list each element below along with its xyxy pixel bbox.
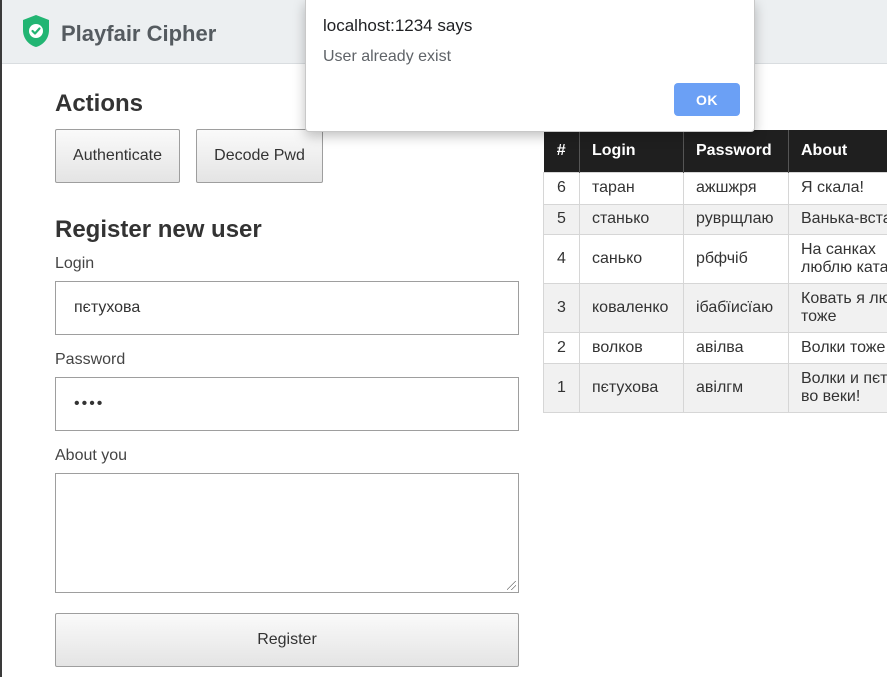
alert-title: localhost:1234 says xyxy=(323,16,473,35)
login-input[interactable]: пєтухова xyxy=(55,281,519,335)
password-input[interactable]: •••• xyxy=(55,377,519,431)
window-edge xyxy=(0,0,2,677)
cell-login: коваленко xyxy=(579,282,684,333)
cell-about: Волки и пєтухи во веки! xyxy=(788,362,887,413)
cell-password: рбфчіб xyxy=(683,233,789,284)
cell-about: На санках люблю кататься xyxy=(788,233,887,284)
password-input-value: •••• xyxy=(74,395,105,412)
cell-login: санько xyxy=(579,233,684,284)
table-row: 5 станько руврщлаю Ванька-встанька xyxy=(543,203,887,235)
cell-id: 5 xyxy=(543,203,580,235)
cell-password: авілва xyxy=(683,331,789,364)
password-label: Password xyxy=(55,351,126,368)
cell-login: волков xyxy=(579,331,684,364)
login-input-value: пєтухова xyxy=(74,299,141,316)
alert-message: User already exist xyxy=(323,48,452,65)
table-row: 2 волков авілва Волки тоже xyxy=(543,331,887,364)
cell-about: Я скала! xyxy=(788,171,887,205)
cell-id: 2 xyxy=(543,331,580,364)
app-title: Playfair Cipher xyxy=(61,20,217,46)
table-header-row: # Login Password About xyxy=(543,130,887,172)
table-row: 6 таран ажшжря Я скала! xyxy=(543,171,887,205)
cell-about: Волки тоже xyxy=(788,331,887,364)
about-label: About you xyxy=(55,447,128,464)
authenticate-button[interactable]: Authenticate xyxy=(55,129,180,183)
cell-id: 1 xyxy=(543,362,580,413)
cell-password: авілгм xyxy=(683,362,789,413)
column-header-number: # xyxy=(543,130,580,172)
cell-about: Ковать я люблю тоже xyxy=(788,282,887,333)
cell-login: станько xyxy=(579,203,684,235)
users-table: # Login Password About 6 таран ажшжря Я … xyxy=(543,130,887,413)
about-textarea[interactable] xyxy=(55,473,519,593)
cell-login: пєтухова xyxy=(579,362,684,413)
column-header-password: Password xyxy=(683,130,789,172)
alert-dialog: localhost:1234 says User already exist O… xyxy=(305,0,755,132)
cell-login: таран xyxy=(579,171,684,205)
cell-password: ібабїисїаю xyxy=(683,282,789,333)
column-header-about: About xyxy=(788,130,887,172)
brand[interactable]: Playfair Cipher xyxy=(22,14,216,53)
column-header-login: Login xyxy=(579,130,684,172)
table-row: 4 санько рбфчіб На санках люблю кататься xyxy=(543,233,887,284)
resize-handle-icon[interactable] xyxy=(507,581,516,590)
alert-ok-button[interactable]: OK xyxy=(674,83,740,116)
cell-id: 3 xyxy=(543,282,580,333)
cell-id: 4 xyxy=(543,233,580,284)
cell-about: Ванька-встанька xyxy=(788,203,887,235)
decode-pwd-button[interactable]: Decode Pwd xyxy=(196,129,323,183)
table-row: 1 пєтухова авілгм Волки и пєтухи во веки… xyxy=(543,362,887,413)
shield-check-icon xyxy=(22,14,50,53)
cell-id: 6 xyxy=(543,171,580,205)
table-row: 3 коваленко ібабїисїаю Ковать я люблю то… xyxy=(543,282,887,333)
actions-heading: Actions xyxy=(55,90,144,117)
cell-password: ажшжря xyxy=(683,171,789,205)
cell-password: руврщлаю xyxy=(683,203,789,235)
register-heading: Register new user xyxy=(55,216,262,243)
login-label: Login xyxy=(55,255,95,272)
register-button[interactable]: Register xyxy=(55,613,519,667)
